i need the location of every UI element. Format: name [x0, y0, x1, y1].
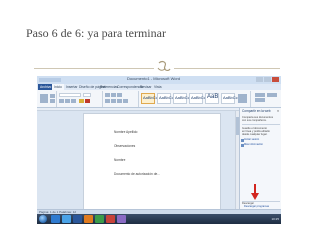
- font-name-select[interactable]: [59, 93, 81, 97]
- pane-link-signin[interactable]: Iniciar sesión: [244, 138, 259, 141]
- word-screenshot: Documento1 - Microsoft Word Archivo Inic…: [37, 76, 281, 224]
- cut-icon[interactable]: [50, 94, 55, 98]
- document-page[interactable]: Nombre Apellido Observaciones Nombre Doc…: [83, 113, 221, 211]
- pane-download-link[interactable]: Descargar programas: [244, 205, 269, 208]
- replace-icon[interactable]: [255, 98, 265, 102]
- close-button[interactable]: [272, 77, 279, 82]
- pane-title: Compartir en la web: [242, 109, 271, 113]
- style-preview: AaBbCc: [175, 95, 190, 100]
- font-color-icon[interactable]: [85, 99, 90, 103]
- maximize-button[interactable]: [264, 77, 271, 82]
- ribbon: AaBbCcDc AaBbCcDc AaBbCc AaBbCc AaB AaBb…: [37, 90, 281, 108]
- taskbar-app-onenote-icon[interactable]: [117, 215, 126, 223]
- paste-icon[interactable]: [40, 94, 48, 103]
- taskbar: 10:25: [37, 214, 281, 224]
- style-normal[interactable]: AaBbCcDc: [141, 93, 163, 104]
- taskbar-clock[interactable]: 10:25: [271, 214, 279, 224]
- taskbar-app-browser-icon[interactable]: [62, 215, 71, 223]
- taskbar-app-powerpoint-icon[interactable]: [106, 215, 115, 223]
- red-arrow-icon: [251, 184, 259, 200]
- highlight-icon[interactable]: [79, 99, 84, 103]
- slide-title: Paso 6 de 6: ya para terminar: [26, 26, 166, 40]
- style-title[interactable]: AaB: [205, 93, 219, 104]
- change-styles-icon[interactable]: [238, 94, 247, 103]
- style-preview: AaBbCc: [223, 95, 238, 100]
- document-line: Observaciones: [114, 144, 136, 148]
- document-line: Documento de autorización de...: [114, 172, 160, 176]
- pane-text: con sus compañeros.: [242, 119, 267, 122]
- start-button[interactable]: [39, 215, 47, 223]
- select-icon[interactable]: [267, 93, 277, 97]
- taskbar-app-media-icon[interactable]: [84, 215, 93, 223]
- underline-icon[interactable]: [71, 99, 76, 103]
- window-titlebar: Documento1 - Microsoft Word: [37, 76, 281, 84]
- window-title: Documento1 - Microsoft Word: [127, 76, 181, 81]
- style-no-spacing[interactable]: AaBbCcDc: [157, 93, 179, 104]
- document-line: Nombre: [114, 158, 126, 162]
- close-icon[interactable]: ✕: [276, 109, 280, 113]
- copy-icon[interactable]: [50, 99, 55, 103]
- justify-icon[interactable]: [123, 99, 128, 103]
- paragraph-group: [103, 91, 139, 107]
- task-pane: Compartir en la web ✕ Comparta sus docum…: [239, 108, 281, 209]
- pane-text: desde cualquier lugar.: [242, 133, 268, 136]
- find-icon[interactable]: [255, 93, 265, 97]
- align-left-icon[interactable]: [105, 99, 110, 103]
- style-subtitle[interactable]: AaBbCc: [221, 93, 238, 104]
- bullets-icon[interactable]: [105, 93, 110, 97]
- document-line: Nombre Apellido: [114, 130, 138, 134]
- multilevel-list-icon[interactable]: [117, 93, 122, 97]
- document-area: Nombre Apellido Observaciones Nombre Doc…: [37, 111, 235, 211]
- italic-icon[interactable]: [65, 99, 70, 103]
- bold-icon[interactable]: [59, 99, 64, 103]
- editing-group: [251, 91, 281, 107]
- font-group: [57, 91, 103, 107]
- align-center-icon[interactable]: [111, 99, 116, 103]
- styles-group: AaBbCcDc AaBbCcDc AaBbCc AaBbCc AaB AaBb…: [139, 91, 251, 107]
- style-preview: AaBbCc: [191, 95, 206, 100]
- minimize-button[interactable]: [256, 77, 263, 82]
- taskbar-app-explorer-icon[interactable]: [51, 215, 60, 223]
- decorative-flourish-icon: [157, 60, 171, 72]
- quick-access-toolbar[interactable]: [39, 78, 61, 82]
- clipboard-group: [37, 91, 57, 107]
- style-heading-2[interactable]: AaBbCc: [189, 93, 206, 104]
- align-right-icon[interactable]: [117, 99, 122, 103]
- pane-divider: [242, 124, 280, 125]
- title-divider-right: [174, 68, 280, 69]
- taskbar-app-excel-icon[interactable]: [95, 215, 104, 223]
- numbering-icon[interactable]: [111, 93, 116, 97]
- pane-link-more[interactable]: Más información: [244, 143, 263, 146]
- style-heading-1[interactable]: AaBbCc: [173, 93, 190, 104]
- title-divider-left: [34, 68, 154, 69]
- taskbar-app-word-icon[interactable]: [73, 215, 82, 223]
- font-size-select[interactable]: [83, 93, 91, 97]
- style-preview: AaB: [207, 94, 219, 100]
